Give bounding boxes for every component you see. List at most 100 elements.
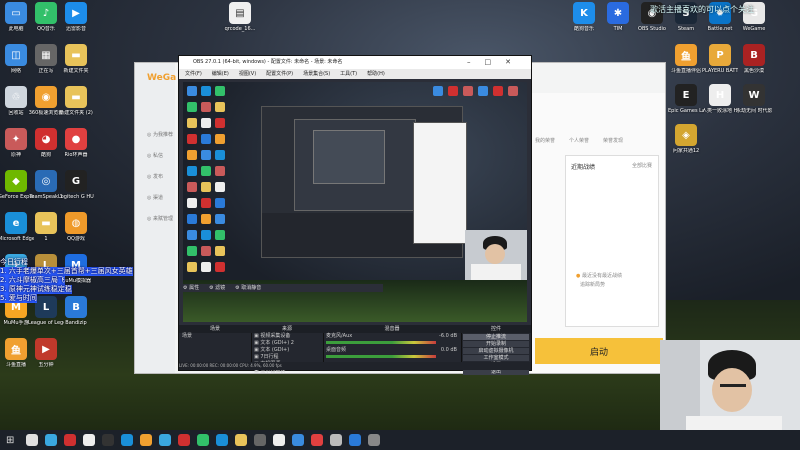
preview-desktop-icon [448, 86, 458, 96]
desktop-icon-left-13-icon: ◎ [35, 170, 57, 192]
record-empty-line-2: 追踪新局势 [580, 282, 606, 288]
record-filter-dropdown[interactable]: 全部比赛 [632, 162, 652, 169]
wegame-side-item[interactable]: ◎ 发布 [147, 173, 173, 180]
taskbar-app-icon[interactable] [235, 434, 247, 446]
obs-menu-item[interactable]: 帮助(H) [367, 71, 385, 77]
volume-meter [326, 355, 436, 358]
taskbar-app-icon[interactable] [64, 434, 76, 446]
wegame-launch-button[interactable]: 启动 [535, 338, 663, 364]
desktop-icon-right-0-icon: K [573, 2, 595, 24]
preview-desktop-icon [187, 246, 197, 256]
desktop-icon-right-9[interactable]: E Epic Games Launcher [668, 84, 704, 114]
wegame-side-item[interactable]: ◎ 私信 [147, 152, 173, 159]
taskbar-app-icon[interactable] [83, 434, 95, 446]
desktop-icon-left-14-icon: G [65, 170, 87, 192]
obs-menu-item[interactable]: 工具(T) [340, 71, 357, 77]
desktop-icon-right-8[interactable]: B 黑色沙漠 [736, 44, 772, 74]
obs-control-button[interactable]: 工作室模式 [463, 355, 529, 361]
mixer-channel[interactable]: 桌面音频 0.0 dB [323, 347, 461, 361]
desktop-icon-left-2-icon: ▶ [65, 2, 87, 24]
desktop-icon-right-12[interactable]: ◈ 问家共通12 [668, 124, 704, 154]
overlay-line: 2. 六斗摩椒高三局飞 [0, 276, 65, 285]
desktop-icon-right-1-icon: ✱ [607, 2, 629, 24]
obs-menu-item[interactable]: 配置文件(P) [266, 71, 293, 77]
obs-control-button[interactable]: 停止推流 [463, 334, 529, 340]
source-item[interactable]: ▣ 视频采集设备 [251, 333, 323, 340]
desktop-icon-right-10[interactable]: H 人类一败涂地 Human Fa... [702, 84, 738, 114]
taskbar-app-icon[interactable] [349, 434, 361, 446]
wegame-tab[interactable]: 荣誉发现 [603, 138, 623, 144]
source-item[interactable]: ▣ 文本 (GDI+) 2 [251, 340, 323, 347]
file-icon: ▤ [229, 2, 251, 24]
streamer-face [712, 368, 752, 412]
wegame-tab[interactable]: 个人荣誉 [569, 138, 589, 144]
desktop-icon-label: 问家共通12 [672, 148, 700, 154]
scene-item[interactable]: 场景 [179, 333, 251, 340]
preview-desktop-icon [201, 118, 211, 128]
source-toolbar-button[interactable]: ⚙ 取消静音 [235, 285, 261, 291]
taskbar-app-icon[interactable] [368, 434, 380, 446]
desktop-icon-qrcode[interactable]: ▤ qrcode_16... [222, 2, 258, 32]
taskbar-app-icon[interactable] [121, 434, 133, 446]
obs-menu-item[interactable]: 文件(F) [185, 71, 202, 77]
preview-desktop-icon [201, 134, 211, 144]
desktop-icon-left-14[interactable]: G Logitech G HUB [58, 170, 94, 200]
taskbar: ⊞ [0, 430, 800, 450]
desktop-icon-label: QQ游戏 [67, 236, 85, 242]
desktop-icon-right-7[interactable]: P PLAYERU BATTLEGR... [702, 44, 738, 74]
desktop-icon-left-8[interactable]: ▬ 新建文件夹 (2) [58, 86, 94, 116]
desktop-icon-right-6[interactable]: 鱼斗鱼直播伴侣 [668, 44, 704, 74]
mixer-channel[interactable]: 麦克风/Aux -6.0 dB [323, 333, 461, 347]
taskbar-app-icon[interactable] [273, 434, 285, 446]
wegame-side-item[interactable]: ◎ 渠道 [147, 194, 173, 201]
preview-desktop-icon [508, 86, 518, 96]
source-item[interactable]: ▣ 7日行程 [251, 354, 323, 361]
taskbar-app-icon[interactable] [330, 434, 342, 446]
desktop-icon-left-2[interactable]: ▶ 迅雷影音 [58, 2, 94, 32]
desktop-icon-label: Logitech G HUB [58, 194, 94, 200]
obs-menu-item[interactable]: 场景集合(S) [303, 71, 330, 77]
taskbar-app-icon[interactable] [292, 434, 304, 446]
taskbar-app-icon[interactable] [254, 434, 266, 446]
wegame-tab[interactable]: 我的荣誉 [535, 138, 555, 144]
source-item[interactable]: ▣ 文本 (GDI+) [251, 347, 323, 354]
taskbar-app-icon[interactable] [26, 434, 38, 446]
preview-desktop-icon [201, 198, 211, 208]
wegame-side-item[interactable]: ◎ 为我推荐 [147, 131, 173, 138]
wegame-tabs: 我的荣誉 个人荣誉 荣誉发现 [535, 137, 637, 144]
desktop-icon-left-6-icon: ♲ [5, 86, 27, 108]
obs-window[interactable]: OBS 27.0.1 (64-bit, windows) - 配置文件: 未命名… [178, 55, 532, 375]
taskbar-app-icon[interactable] [178, 434, 190, 446]
desktop-icon-left-5[interactable]: ▬ 新建文件夹 [58, 44, 94, 74]
topright-banner-text: 歌活主播喜欢的可以点个关注 [650, 5, 754, 14]
record-empty-line-1: ● 最近没有最近战绩 [576, 273, 622, 279]
taskbar-app-icon[interactable] [216, 434, 228, 446]
source-toolbar-button[interactable]: ⚙ 滤镜 [209, 285, 225, 291]
window-controls[interactable]: –□✕ [467, 56, 525, 69]
desktop-icon-right-11[interactable]: W 永劫无间 时代影享 [736, 84, 772, 114]
desktop-icon-left-17[interactable]: ◍ QQ游戏 [58, 212, 94, 242]
desktop-icon-right-7-icon: P [709, 44, 731, 66]
overlay-line: 1. 六手老爆单次+三届首帮+三届风女英雄 [0, 267, 133, 276]
wegame-side-menu: ◎ 为我推荐 ◎ 私信 ◎ 发布 ◎ 渠道 ◎ 来赋管理 [147, 131, 173, 236]
obs-control-button[interactable]: 开始录制 [463, 341, 529, 347]
desktop-icon-right-0[interactable]: K 酷狗音乐 [566, 2, 602, 32]
taskbar-app-icon[interactable] [311, 434, 323, 446]
taskbar-app-icon[interactable] [159, 434, 171, 446]
desktop-icon-left-25[interactable]: ▶ 五分钟 [28, 338, 64, 368]
desktop-icon-right-1[interactable]: ✱ TIM [600, 2, 636, 32]
taskbar-app-icon[interactable] [45, 434, 57, 446]
obs-menu-item[interactable]: 编辑(E) [212, 71, 229, 77]
taskbar-app-icon[interactable] [140, 434, 152, 446]
obs-control-button[interactable]: 启动虚拟摄像机 [463, 348, 529, 354]
taskbar-app-icon[interactable] [102, 434, 114, 446]
obs-menu-item[interactable]: 视图(V) [239, 71, 256, 77]
desktop-icon-left-11[interactable]: ● Rio环声器 [58, 128, 94, 158]
wegame-side-item[interactable]: ◎ 来赋管理 [147, 215, 173, 222]
start-icon[interactable]: ⊞ [6, 435, 14, 446]
preview-desktop-icon [215, 198, 225, 208]
preview-desktop-icon [201, 86, 211, 96]
preview-desktop-icon [215, 246, 225, 256]
taskbar-app-icon[interactable] [197, 434, 209, 446]
source-toolbar-button[interactable]: ⚙ 属性 [183, 285, 199, 291]
